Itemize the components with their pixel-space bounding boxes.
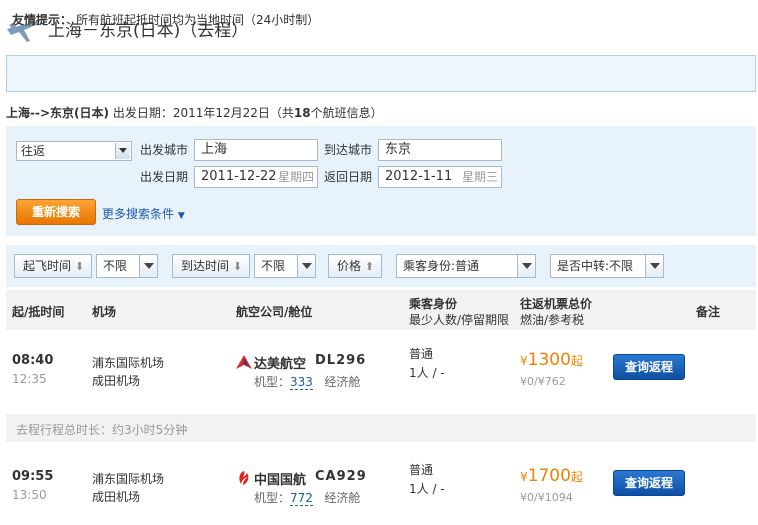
currency-symbol: ¥ bbox=[520, 354, 528, 368]
passenger-type: 普通 bbox=[409, 463, 434, 477]
chevron-down-icon bbox=[645, 255, 663, 277]
tip-text: 所有航班起抵时间均为当地时间（24小时制） bbox=[76, 13, 320, 27]
tax-info: ¥0/¥1094 bbox=[520, 491, 573, 504]
arrive-airport: 成田机场 bbox=[92, 374, 141, 388]
table-header bbox=[6, 290, 756, 330]
transfer-filter[interactable]: 是否中转:不限 bbox=[550, 254, 664, 278]
transfer-filter-value: 是否中转:不限 bbox=[557, 259, 634, 273]
chevron-down-icon bbox=[297, 255, 315, 277]
cabin-class: 经济舱 bbox=[324, 491, 361, 505]
arrow-down-icon: ⬇ bbox=[74, 260, 85, 273]
model-link[interactable]: 772 bbox=[290, 491, 313, 506]
price-value: 1300 bbox=[527, 350, 571, 370]
sort-price-label: 价格 bbox=[337, 259, 362, 273]
air-china-logo-icon bbox=[239, 471, 249, 485]
query-return-button[interactable]: 查询返程 bbox=[613, 354, 685, 380]
route-text: 上海-->东京(日本) bbox=[6, 106, 109, 120]
price-suffix: 起 bbox=[570, 470, 583, 484]
currency-symbol: ¥ bbox=[520, 470, 528, 484]
passenger-type: 普通 bbox=[409, 347, 434, 361]
sort-price-button[interactable]: 价格 ⬆ bbox=[328, 254, 382, 278]
query-return-button[interactable]: 查询返程 bbox=[613, 470, 685, 496]
col-time: 起/抵时间 bbox=[12, 305, 65, 319]
sort-arrive-time-button[interactable]: 到达时间 ⬇ bbox=[172, 254, 250, 278]
trip-type-value: 往返 bbox=[21, 144, 46, 158]
depart-time: 09:55 bbox=[12, 469, 54, 484]
from-city-input[interactable]: 上海 bbox=[194, 139, 318, 161]
return-date-input[interactable]: 2012-1-11 星期三 bbox=[378, 166, 502, 188]
depart-date-value: 2011-12-22 bbox=[201, 169, 277, 184]
arrow-down-icon: ⬇ bbox=[232, 260, 243, 273]
tip-label: 友情提示： bbox=[12, 13, 73, 27]
depart-time: 08:40 bbox=[12, 353, 54, 368]
research-button[interactable]: 重新搜索 bbox=[16, 199, 96, 225]
passenger-rule: 1人 / - bbox=[409, 482, 445, 496]
arrive-airport: 成田机场 bbox=[92, 490, 141, 504]
flight-count: 18 bbox=[293, 106, 311, 120]
trip-type-select[interactable]: 往返 bbox=[16, 141, 132, 161]
duration-note: 去程行程总时长：约3小时5分钟 bbox=[16, 423, 188, 437]
model-link[interactable]: 333 bbox=[290, 375, 313, 390]
price-value: 1700 bbox=[527, 466, 571, 486]
route-summary: 上海-->东京(日本) 出发日期：2011年12月22日（共18个航班信息） bbox=[6, 104, 383, 121]
route-date: 出发日期：2011年12月22日（共 bbox=[112, 106, 294, 120]
depart-airport: 浦东国际机场 bbox=[92, 472, 165, 486]
chevron-down-icon bbox=[115, 143, 130, 159]
chevron-down-icon: ▼ bbox=[177, 211, 185, 221]
depart-date-input[interactable]: 2011-12-22 星期四 bbox=[194, 166, 318, 188]
arrow-up-icon: ⬆ bbox=[364, 260, 375, 273]
route-suffix: 个航班信息） bbox=[310, 106, 383, 120]
model-label: 机型： bbox=[254, 491, 291, 505]
arrive-time: 13:50 bbox=[12, 488, 47, 502]
from-city-label: 出发城市 bbox=[140, 143, 189, 157]
delta-logo-icon bbox=[236, 355, 252, 369]
model-label: 机型： bbox=[254, 375, 291, 389]
sort-depart-label: 起飞时间 bbox=[23, 259, 72, 273]
return-date-label: 返回日期 bbox=[324, 170, 373, 184]
col-price-sub: 燃油/参考税 bbox=[520, 313, 585, 327]
col-airport: 机场 bbox=[92, 305, 117, 319]
arrive-time-filter[interactable]: 不限 bbox=[254, 254, 316, 278]
col-airline: 航空公司/舱位 bbox=[236, 305, 313, 319]
passenger-rule: 1人 / - bbox=[409, 366, 445, 380]
return-weekday: 星期三 bbox=[461, 170, 498, 184]
passenger-filter[interactable]: 乘客身份:普通 bbox=[396, 254, 536, 278]
aircraft-model: 机型：333 经济舱 bbox=[254, 373, 360, 390]
price-suffix: 起 bbox=[570, 354, 583, 368]
chevron-down-icon bbox=[517, 255, 535, 277]
col-remark: 备注 bbox=[696, 305, 721, 319]
ticket-price: ¥1700起 bbox=[520, 466, 583, 486]
return-date-value: 2012-1-11 bbox=[385, 169, 453, 184]
cabin-class: 经济舱 bbox=[324, 375, 361, 389]
tax-info: ¥0/¥762 bbox=[520, 375, 566, 388]
chevron-down-icon bbox=[139, 255, 157, 277]
sort-depart-time-button[interactable]: 起飞时间 ⬇ bbox=[14, 254, 92, 278]
col-passenger: 乘客身份 bbox=[409, 297, 458, 311]
more-options-text: 更多搜索条件 bbox=[102, 207, 175, 221]
depart-limit-value: 不限 bbox=[103, 259, 128, 273]
airline-name: 达美航空 bbox=[254, 357, 307, 372]
depart-date-label: 出发日期 bbox=[140, 170, 189, 184]
to-city-input[interactable]: 东京 bbox=[378, 139, 502, 161]
depart-time-filter[interactable]: 不限 bbox=[96, 254, 158, 278]
depart-weekday: 星期四 bbox=[277, 170, 314, 184]
arrive-limit-value: 不限 bbox=[261, 259, 286, 273]
sort-arrive-label: 到达时间 bbox=[181, 259, 230, 273]
to-city-label: 到达城市 bbox=[324, 143, 373, 157]
flight-number: DL296 bbox=[315, 353, 367, 368]
col-passenger-sub: 最少人数/停留期限 bbox=[409, 313, 510, 327]
aircraft-model: 机型：772 经济舱 bbox=[254, 489, 360, 506]
flight-number: CA929 bbox=[315, 469, 367, 484]
ticket-price: ¥1300起 bbox=[520, 350, 583, 370]
tip-box bbox=[6, 55, 756, 92]
depart-airport: 浦东国际机场 bbox=[92, 356, 165, 370]
passenger-filter-value: 乘客身份:普通 bbox=[403, 259, 480, 273]
airline-name: 中国国航 bbox=[254, 473, 307, 488]
more-options-link[interactable]: 更多搜索条件 ▼ bbox=[102, 205, 185, 222]
col-price: 往返机票总价 bbox=[520, 297, 593, 311]
arrive-time: 12:35 bbox=[12, 372, 47, 386]
